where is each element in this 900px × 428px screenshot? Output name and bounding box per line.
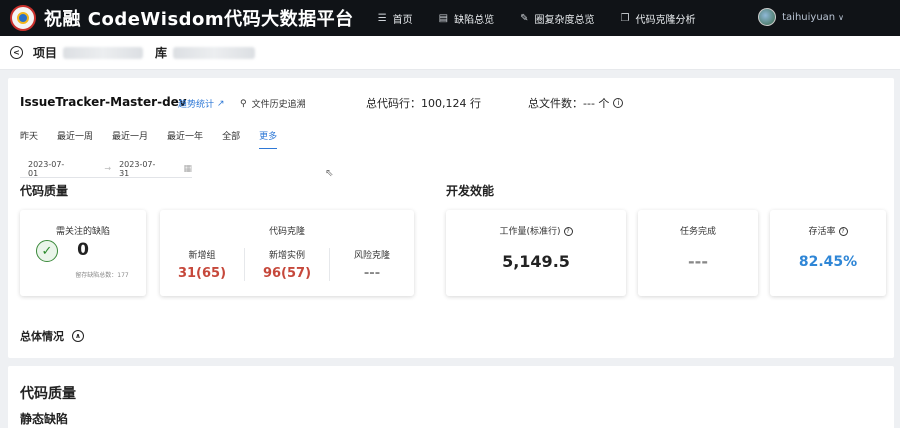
tasks-title: 任务完成	[679, 227, 716, 237]
workload-title: 工作量(标准行)?	[446, 224, 626, 237]
start-date[interactable]: 2023-07-01	[28, 160, 74, 178]
trend-link[interactable]: 趋势统计 ↗	[178, 97, 225, 111]
overall-label: 总体情况	[20, 330, 64, 343]
info-icon[interactable]: i	[613, 98, 624, 108]
tab-yesterday[interactable]: 昨天	[20, 129, 38, 149]
overall-toggle[interactable]: 总体情况 ∧	[20, 328, 84, 344]
section-quality: 代码质量	[20, 184, 69, 198]
document-icon: ▤	[438, 12, 449, 24]
project-select[interactable]	[63, 46, 144, 59]
nav-label: 首页	[392, 14, 413, 26]
clone-label: 新增组	[188, 251, 216, 261]
history-link-label: 文件历史追溯	[251, 100, 306, 110]
repo-select[interactable]	[173, 46, 256, 59]
survival-title-text: 存活率	[808, 227, 836, 237]
clone-new-instances: 新增实例 96(57)	[245, 248, 330, 281]
back-icon[interactable]: <	[10, 46, 23, 59]
chevron-up-icon: ∧	[72, 330, 84, 342]
user-menu[interactable]: taihuiyuan ∨	[758, 8, 844, 26]
defects-card[interactable]: 需关注的缺陷 ✓ 0 留存缺陷总数：177	[20, 210, 146, 296]
defects-title: 需关注的缺陷	[55, 227, 110, 237]
defects-hint: 留存缺陷总数：177	[75, 272, 129, 279]
help-icon[interactable]: ?	[838, 227, 848, 236]
menu-icon: ☰	[377, 12, 387, 24]
nav-item-clone[interactable]: ❐ 代码克隆分析	[621, 11, 696, 26]
section-efficiency: 开发效能	[446, 184, 495, 198]
survival-title: 存活率?	[770, 224, 886, 237]
chart-icon: ↗	[217, 98, 225, 109]
tab-year[interactable]: 最近一年	[167, 129, 203, 149]
tab-all[interactable]: 全部	[222, 129, 240, 149]
date-range-picker[interactable]: 2023-07-01 → 2023-07-31 ▦	[20, 160, 192, 178]
workload-card[interactable]: 工作量(标准行)? 5,149.5	[446, 210, 626, 296]
end-date[interactable]: 2023-07-31	[119, 160, 165, 178]
total-files-text: 总文件数：--- 个	[528, 97, 610, 110]
defects-value: 0	[77, 240, 89, 260]
main-nav: ☰ 首页 ▤ 缺陷总览 ✎ 圈复杂度总览 ❐ 代码克隆分析	[378, 11, 722, 26]
clone-risk: 风险克隆 ---	[330, 248, 414, 281]
repo-label: 库	[155, 46, 168, 60]
username: taihuiyuan	[782, 11, 836, 23]
trend-link-label: 趋势统计	[178, 100, 215, 110]
history-link[interactable]: ⚲ 文件历史追溯	[240, 97, 306, 111]
total-lines: 总代码行：100,124 行	[366, 97, 481, 110]
total-files: 总文件数：--- 个 i	[528, 95, 624, 111]
quality-detail-title: 代码质量	[20, 386, 76, 402]
search-icon: ⚲	[240, 98, 247, 109]
range-separator: →	[104, 164, 112, 173]
nav-item-complexity[interactable]: ✎ 圈复杂度总览	[520, 11, 594, 26]
nav-label: 代码克隆分析	[635, 14, 696, 26]
wrench-icon: ✎	[520, 12, 529, 24]
tab-month[interactable]: 最近一月	[112, 129, 148, 149]
tasks-card[interactable]: 任务完成 ---	[638, 210, 758, 296]
survival-card[interactable]: 存活率? 82.45%	[770, 210, 886, 296]
tab-more[interactable]: 更多	[259, 129, 278, 149]
clone-value: 31(65)	[177, 266, 227, 281]
clone-title: 代码克隆	[268, 227, 305, 237]
workload-title-text: 工作量(标准行)	[499, 227, 561, 237]
nav-label: 圈复杂度总览	[534, 14, 595, 26]
static-defects-title: 静态缺陷	[20, 412, 69, 426]
overview-panel: IssueTracker-Master-dev 趋势统计 ↗ ⚲ 文件历史追溯 …	[8, 78, 894, 358]
clone-label: 新增实例	[268, 251, 305, 261]
clone-value: ---	[363, 266, 381, 281]
repo-title: IssueTracker-Master-dev	[20, 95, 187, 109]
clone-card[interactable]: 代码克隆 新增组 31(65) 新增实例 96(57) 风险克隆 ---	[160, 210, 414, 296]
nav-item-home[interactable]: ☰ 首页	[378, 11, 413, 26]
time-tabs: 昨天 最近一周 最近一月 最近一年 全部 更多	[20, 129, 296, 149]
chevron-down-icon: ∨	[838, 12, 844, 22]
clone-new-groups: 新增组 31(65)	[160, 248, 245, 281]
calendar-icon[interactable]: ▦	[183, 164, 192, 174]
survival-value: 82.45%	[798, 254, 858, 270]
copy-icon: ❐	[620, 12, 630, 24]
workload-value: 5,149.5	[502, 252, 570, 271]
help-icon[interactable]: ?	[563, 227, 573, 236]
nav-label: 缺陷总览	[454, 14, 495, 26]
avatar	[758, 8, 777, 26]
top-bar: 祝融 CodeWisdom代码大数据平台 ☰ 首页 ▤ 缺陷总览 ✎ 圈复杂度总…	[0, 0, 900, 36]
clone-label: 风险克隆	[353, 251, 390, 261]
clone-stats: 新增组 31(65) 新增实例 96(57) 风险克隆 ---	[160, 248, 414, 281]
clone-value: 96(57)	[262, 266, 312, 281]
quality-detail-panel: 代码质量 静态缺陷	[8, 366, 894, 428]
tasks-value: ---	[688, 252, 708, 271]
logo[interactable]	[10, 5, 36, 31]
brand-title: 祝融 CodeWisdom代码大数据平台	[44, 9, 354, 30]
nav-item-defects[interactable]: ▤ 缺陷总览	[439, 11, 494, 26]
mouse-cursor-icon: ⇖	[325, 168, 334, 179]
project-label: 项目	[33, 46, 58, 60]
breadcrumb: < 项目 库	[0, 36, 900, 70]
tab-week[interactable]: 最近一周	[57, 129, 93, 149]
